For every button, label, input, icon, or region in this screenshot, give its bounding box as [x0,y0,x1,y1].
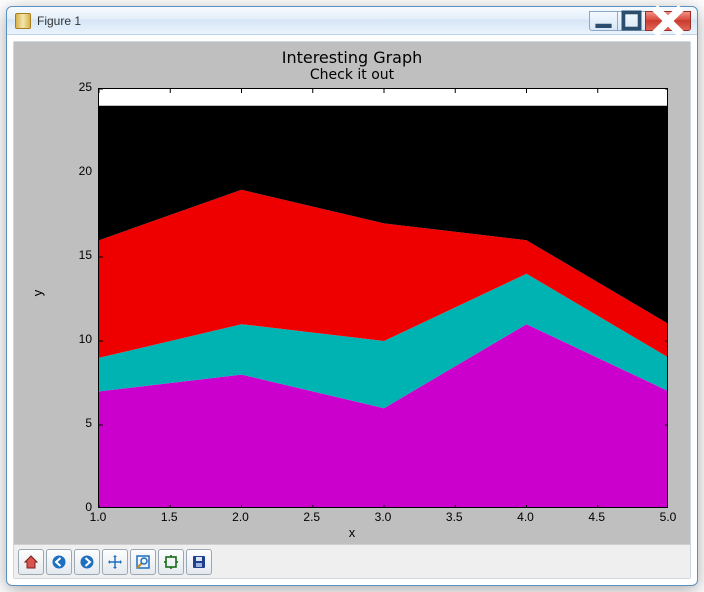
back-button[interactable] [46,549,72,575]
x-tick-label: 5.0 [656,510,680,524]
close-icon [646,0,690,43]
configure-button[interactable] [158,549,184,575]
move-icon [107,554,123,570]
window-controls [589,11,691,31]
arrow-right-icon [79,554,95,570]
plot-titles: Interesting Graph Check it out [14,48,690,83]
window-title: Figure 1 [37,14,81,28]
zoom-button[interactable] [130,549,156,575]
plot-title: Interesting Graph [14,48,690,67]
home-icon [23,554,39,570]
x-tick-label: 3.0 [371,510,395,524]
x-axis-label: x [14,525,690,540]
save-icon [191,554,207,570]
x-tick-label: 4.0 [514,510,538,524]
x-tick-label: 4.5 [585,510,609,524]
x-tick-label: 1.0 [86,510,110,524]
y-axis-label: y [30,290,45,297]
figure-window: Figure 1 Interesting Graph Check it out … [6,6,698,586]
save-button[interactable] [186,549,212,575]
maximize-icon [618,7,645,34]
y-tick-label: 15 [68,248,92,262]
titlebar[interactable]: Figure 1 [7,7,697,35]
x-tick-label: 2.0 [229,510,253,524]
y-tick-label: 5 [68,416,92,430]
zoom-icon [135,554,151,570]
configure-icon [163,554,179,570]
nav-toolbar [14,544,690,578]
arrow-left-icon [51,554,67,570]
pan-button[interactable] [102,549,128,575]
plot-subtitle: Check it out [14,67,690,83]
maximize-button[interactable] [617,11,645,31]
minimize-button[interactable] [589,11,617,31]
chart-canvas [98,88,668,508]
y-tick-label: 20 [68,164,92,178]
minimize-icon [590,7,617,34]
forward-button[interactable] [74,549,100,575]
x-tick-label: 1.5 [157,510,181,524]
y-tick-label: 10 [68,332,92,346]
y-tick-label: 25 [68,80,92,94]
x-tick-label: 3.5 [442,510,466,524]
plot-area: Interesting Graph Check it out y x 05101… [14,42,690,544]
app-icon [15,13,31,29]
home-button[interactable] [18,549,44,575]
x-tick-label: 2.5 [300,510,324,524]
close-button[interactable] [645,11,691,31]
client-area: Interesting Graph Check it out y x 05101… [13,41,691,579]
